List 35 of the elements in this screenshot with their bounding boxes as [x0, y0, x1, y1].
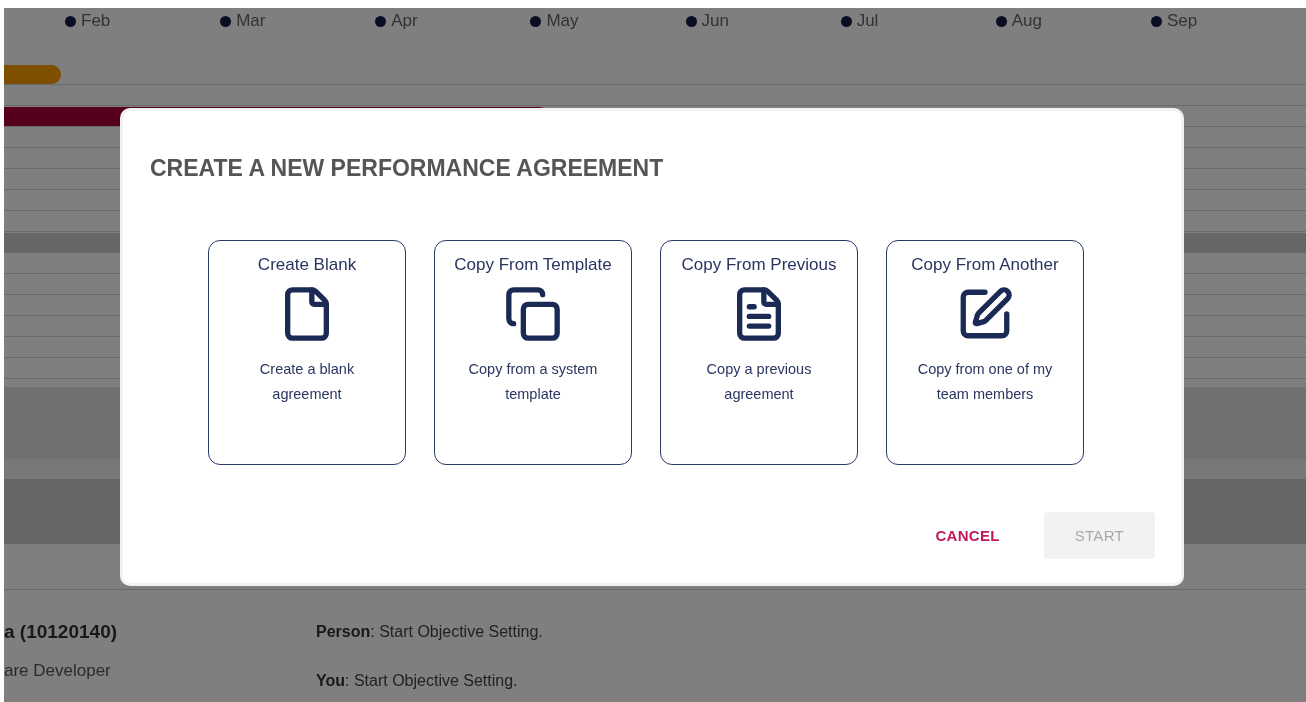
option-card[interactable]: Copy From Previous Copy a previous agreement [660, 240, 858, 465]
cancel-button[interactable]: CANCEL [913, 512, 1022, 559]
option-card[interactable]: Create Blank Create a blank agreement [208, 240, 406, 465]
month-dot [995, 15, 1007, 27]
month-dot [375, 15, 387, 27]
month-label: Sep [1166, 11, 1198, 31]
employee-role: are Developer [4, 661, 112, 681]
option-card[interactable]: Copy From Template Copy from a system template [434, 240, 632, 465]
month-dot [685, 15, 697, 27]
option-title: Copy From Previous [681, 255, 837, 275]
month-dot [1150, 15, 1162, 27]
month-label: Jul [856, 11, 879, 31]
option-card[interactable]: Copy From Another Copy from one of my team members [886, 240, 1084, 465]
option-title: Copy From Another [911, 255, 1059, 275]
option-description: Create a blank agreement [258, 360, 356, 404]
option-description: Copy a previous agreement [705, 360, 813, 404]
month-label: May [546, 11, 579, 31]
month-dot [840, 15, 852, 27]
action-text: Person: Start Objective Setting. [316, 623, 544, 641]
option-title: Copy From Template [454, 255, 612, 275]
month-dot [220, 15, 232, 27]
month-label: Mar [236, 11, 266, 31]
month-label: Apr [391, 11, 418, 31]
month-dot [530, 15, 542, 27]
action-text: You: Start Objective Setting. [316, 672, 519, 690]
employee-name: a (10120140) [4, 621, 119, 643]
option-description: Copy from a system template [467, 360, 599, 404]
month-dot [65, 15, 76, 27]
dialog-title: CREATE A NEW PERFORMANCE AGREEMENT [150, 155, 665, 182]
month-label: Jun [701, 11, 729, 31]
copy-icon [504, 285, 562, 343]
option-title: Create Blank [257, 255, 357, 275]
month-label: Aug [1011, 11, 1042, 31]
month-label: Feb [81, 11, 111, 31]
option-description: Copy from one of my team members [916, 360, 1054, 404]
